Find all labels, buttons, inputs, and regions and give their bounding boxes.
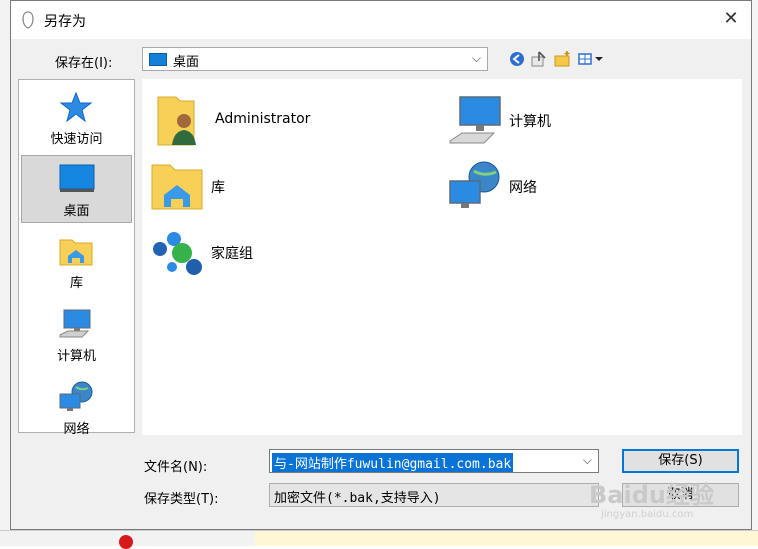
network-icon [449, 161, 500, 208]
save-in-value: 桌面 [173, 55, 200, 70]
place-library[interactable]: 库 [21, 228, 132, 296]
filetype-label: 保存类型(T): [144, 492, 219, 507]
places-bar: 快速访问 桌面 库 计算机 网络 [18, 79, 135, 437]
chevron-down-icon[interactable]: ⌵ [472, 51, 481, 66]
file-name: Administrator [215, 111, 311, 127]
save-button[interactable]: 保存(S) [622, 449, 739, 473]
filetype-select[interactable]: 加密文件(*.bak,支持导入) [269, 483, 599, 507]
title-bar: 另存为 ✕ [11, 1, 751, 39]
file-name: 家庭组 [211, 246, 253, 262]
network-icon [59, 381, 93, 411]
place-label: 库 [69, 276, 83, 291]
dialog-title: 另存为 [44, 14, 86, 30]
star-icon [59, 91, 93, 123]
place-label: 快速访问 [50, 132, 103, 147]
desktop-icon [59, 164, 95, 192]
filename-value[interactable]: 与-网站制作fuwulin@gmail.com.bak [272, 453, 514, 472]
file-name: 库 [211, 180, 225, 196]
place-desktop[interactable]: 桌面 [21, 155, 132, 223]
place-label: 网络 [63, 422, 90, 437]
computer-icon [59, 309, 91, 338]
place-quick-access[interactable]: 快速访问 [21, 84, 132, 152]
place-network[interactable]: 网络 [21, 374, 132, 442]
save-as-dialog: 另存为 ✕ 保存在(I): 桌面 ⌵ 快速访问 桌面 库 计算机 网络 Admi… [10, 0, 752, 530]
library-folder-icon [59, 239, 93, 266]
view-menu-icon[interactable] [577, 49, 605, 69]
baidu-watermark: Baidu经验 [589, 481, 714, 509]
filename-input[interactable]: 与-网站制作fuwulin@gmail.com.bak ⌵ [269, 449, 599, 473]
place-computer[interactable]: 计算机 [21, 301, 132, 369]
place-label: 计算机 [56, 349, 96, 364]
file-name: 计算机 [509, 114, 551, 130]
close-button[interactable]: ✕ [717, 5, 745, 33]
computer-icon [449, 96, 501, 144]
filename-label: 文件名(N): [144, 460, 208, 475]
user-folder-icon [157, 96, 196, 146]
background-window-strip [255, 531, 758, 546]
app-icon [119, 535, 133, 549]
baidu-watermark-url: jingyan.baidu.com [601, 509, 694, 520]
desktop-folder-icon [149, 53, 167, 66]
file-name: 网络 [509, 180, 537, 196]
app-icon [22, 11, 34, 29]
back-arrow-icon[interactable] [507, 49, 527, 69]
save-in-combo[interactable]: 桌面 ⌵ [142, 47, 488, 71]
up-folder-icon[interactable] [529, 49, 549, 69]
place-label: 桌面 [63, 204, 90, 219]
chevron-down-icon[interactable]: ⌵ [583, 453, 592, 468]
filetype-value: 加密文件(*.bak,支持导入) [274, 491, 441, 506]
homegroup-icon [153, 232, 202, 275]
taskbar [0, 530, 758, 549]
close-icon: ✕ [723, 8, 739, 29]
file-list: Administrator 计算机 库 网络 家庭组 [142, 79, 742, 435]
save-in-label: 保存在(I): [55, 56, 113, 71]
new-folder-icon[interactable] [553, 49, 573, 69]
library-folder-icon [151, 164, 203, 210]
